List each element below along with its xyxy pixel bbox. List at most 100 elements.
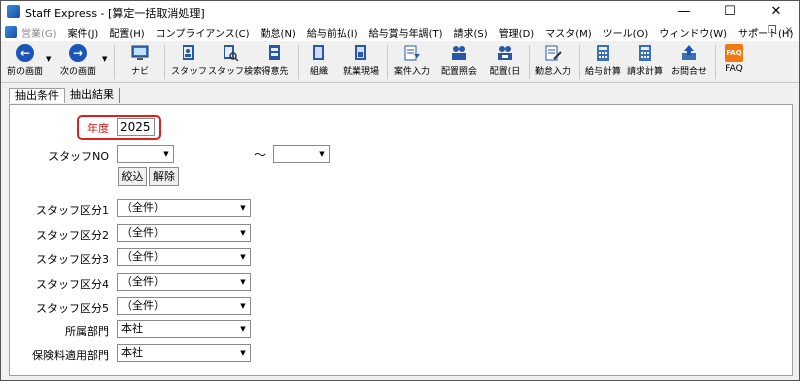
toolbar-separator bbox=[164, 45, 165, 79]
inquiry-button[interactable]: お問合せ bbox=[668, 43, 710, 81]
chevron-down-icon[interactable]: ▼ bbox=[236, 249, 250, 265]
staff-no-from-select[interactable]: ▼ bbox=[117, 145, 174, 163]
window-title: Staff Express - [算定一括取消処理] bbox=[25, 7, 205, 20]
placement-inquiry-icon bbox=[452, 46, 466, 60]
payroll-calc-button[interactable]: 給与計算 bbox=[583, 43, 623, 81]
insurance-department-value: 本社 bbox=[121, 346, 143, 359]
toolbar-separator bbox=[298, 45, 299, 79]
staff-category-select[interactable]: （全件） ▼ bbox=[117, 273, 251, 291]
staff-category-label: スタッフ区分5 bbox=[36, 302, 109, 315]
chevron-down-icon[interactable]: ▼ bbox=[236, 345, 250, 361]
tab-extract-conditions[interactable]: 抽出条件 bbox=[9, 88, 65, 103]
menu-item[interactable]: ウィンドウ(W) bbox=[659, 25, 727, 40]
toolbar-separator bbox=[715, 45, 716, 79]
job-entry-icon bbox=[404, 45, 420, 61]
toolbar-separator bbox=[114, 45, 115, 79]
toolbar-separator bbox=[387, 45, 388, 79]
department-select[interactable]: 本社 ▼ bbox=[117, 320, 251, 338]
menu-item[interactable]: 管理(D) bbox=[499, 25, 535, 40]
staff-category-select[interactable]: （全件） ▼ bbox=[117, 297, 251, 315]
menu-item[interactable]: 配置(H) bbox=[109, 25, 144, 40]
menu-bar: 営業(G) 案件(J) 配置(H) コンプライアンス(C) 勤怠(N) 給与前払(I) 給与… bbox=[1, 23, 799, 41]
faq-button[interactable]: FAQ FAQ bbox=[719, 43, 749, 81]
staff-button[interactable]: スタッフ bbox=[171, 43, 207, 81]
mdi-restore-button[interactable]: ❐ bbox=[768, 25, 777, 36]
placement-day-icon bbox=[498, 46, 512, 60]
billing-calculator-icon bbox=[639, 45, 651, 61]
tab-extract-results[interactable]: 抽出結果 bbox=[65, 88, 120, 103]
menu-item[interactable]: 給与賞与年調(T) bbox=[369, 25, 443, 40]
menu-item[interactable]: 案件(J) bbox=[68, 25, 99, 40]
organization-label: 組織 bbox=[309, 67, 328, 77]
menu-item[interactable]: マスタ(M) bbox=[545, 25, 591, 40]
navi-button[interactable]: ナビ bbox=[123, 43, 157, 81]
job-entry-button[interactable]: 案件入力 bbox=[391, 43, 433, 81]
close-button[interactable]: ✕ bbox=[753, 1, 799, 23]
staff-search-icon bbox=[224, 45, 239, 62]
attendance-entry-button[interactable]: 勤怠入力 bbox=[532, 43, 574, 81]
staff-category-label: スタッフ区分2 bbox=[36, 229, 109, 242]
chevron-down-icon[interactable]: ▼ bbox=[236, 225, 250, 241]
staff-category-select[interactable]: （全件） ▼ bbox=[117, 224, 251, 242]
chevron-down-icon[interactable]: ▼ bbox=[236, 200, 250, 216]
menu-item[interactable]: 営業(G) bbox=[21, 25, 57, 40]
menu-item[interactable]: ツール(O) bbox=[603, 25, 649, 40]
chevron-down-icon[interactable]: ▼ bbox=[159, 146, 173, 162]
staff-category-select[interactable]: （全件） ▼ bbox=[117, 248, 251, 266]
back-label: 前の画面 bbox=[6, 67, 43, 77]
job-entry-label: 案件入力 bbox=[393, 67, 430, 77]
attendance-entry-label: 勤怠入力 bbox=[534, 67, 571, 77]
year-input[interactable]: 2025 bbox=[117, 118, 155, 136]
chevron-down-icon[interactable]: ▼ bbox=[315, 146, 329, 162]
placement-inquiry-label: 配置照会 bbox=[440, 67, 477, 77]
chevron-down-icon[interactable]: ▼ bbox=[236, 321, 250, 337]
forward-label: 次の画面 bbox=[59, 67, 96, 77]
filter-button[interactable]: 絞込 bbox=[118, 167, 147, 186]
staff-book-icon bbox=[183, 45, 194, 60]
staff-search-label: スタッフ検索 bbox=[208, 67, 263, 77]
placement-day-label: 配置(日 bbox=[489, 67, 521, 77]
client-button[interactable]: 得意先 bbox=[257, 43, 293, 81]
back-button[interactable]: ← 前の画面 bbox=[5, 43, 45, 81]
menu-item[interactable]: 請求(S) bbox=[454, 25, 488, 40]
insurance-department-label: 保険料適用部門 bbox=[32, 349, 109, 362]
mdi-minimize-button[interactable]: − bbox=[751, 25, 759, 36]
staff-search-button[interactable]: スタッフ検索 bbox=[208, 43, 263, 81]
organization-button[interactable]: 組織 bbox=[303, 43, 335, 81]
placement-inquiry-button[interactable]: 配置照会 bbox=[437, 43, 481, 81]
forward-button[interactable]: → 次の画面 bbox=[57, 43, 99, 81]
mdi-controls: − ❐ × bbox=[751, 25, 793, 36]
placement-day-button[interactable]: 配置(日 bbox=[485, 43, 525, 81]
arrow-left-icon: ← bbox=[16, 44, 34, 62]
faq-icon-text: FAQ bbox=[726, 49, 742, 57]
insurance-department-select[interactable]: 本社 ▼ bbox=[117, 344, 251, 362]
billing-calc-label: 請求計算 bbox=[626, 67, 663, 77]
worksite-button[interactable]: 就業現場 bbox=[339, 43, 383, 81]
maximize-button[interactable]: ☐ bbox=[707, 1, 753, 23]
menu-item[interactable]: コンプライアンス(C) bbox=[156, 25, 250, 40]
staff-no-label: スタッフNO bbox=[48, 150, 109, 163]
staff-no-to-select[interactable]: ▼ bbox=[273, 145, 330, 163]
staff-category-label: スタッフ区分4 bbox=[36, 278, 109, 291]
staff-category-value: （全件） bbox=[121, 226, 165, 239]
back-history-dropdown-icon[interactable]: ▼ bbox=[46, 55, 51, 63]
toolbar-separator bbox=[579, 45, 580, 79]
forward-history-dropdown-icon[interactable]: ▼ bbox=[102, 55, 107, 63]
minimize-button[interactable]: — bbox=[661, 1, 707, 23]
menu-item[interactable]: 勤怠(N) bbox=[261, 25, 296, 40]
attendance-entry-icon bbox=[545, 45, 562, 61]
mdi-close-button[interactable]: × bbox=[785, 25, 793, 36]
range-tilde: ～ bbox=[254, 148, 267, 162]
worksite-label: 就業現場 bbox=[342, 67, 379, 77]
payroll-calculator-icon bbox=[597, 45, 609, 61]
document-icon[interactable] bbox=[5, 26, 17, 38]
billing-calc-button[interactable]: 請求計算 bbox=[625, 43, 665, 81]
chevron-down-icon[interactable]: ▼ bbox=[236, 274, 250, 290]
title-bar: Staff Express - [算定一括取消処理] — ☐ ✕ bbox=[1, 1, 799, 23]
chevron-down-icon[interactable]: ▼ bbox=[236, 298, 250, 314]
clear-button[interactable]: 解除 bbox=[149, 167, 179, 186]
menu-items: 営業(G) 案件(J) 配置(H) コンプライアンス(C) 勤怠(N) 給与前払(I) 給与… bbox=[21, 25, 800, 40]
staff-category-select[interactable]: （全件） ▼ bbox=[117, 199, 251, 217]
tab-strip: 抽出条件 抽出結果 bbox=[9, 88, 120, 104]
menu-item[interactable]: 給与前払(I) bbox=[307, 25, 358, 40]
